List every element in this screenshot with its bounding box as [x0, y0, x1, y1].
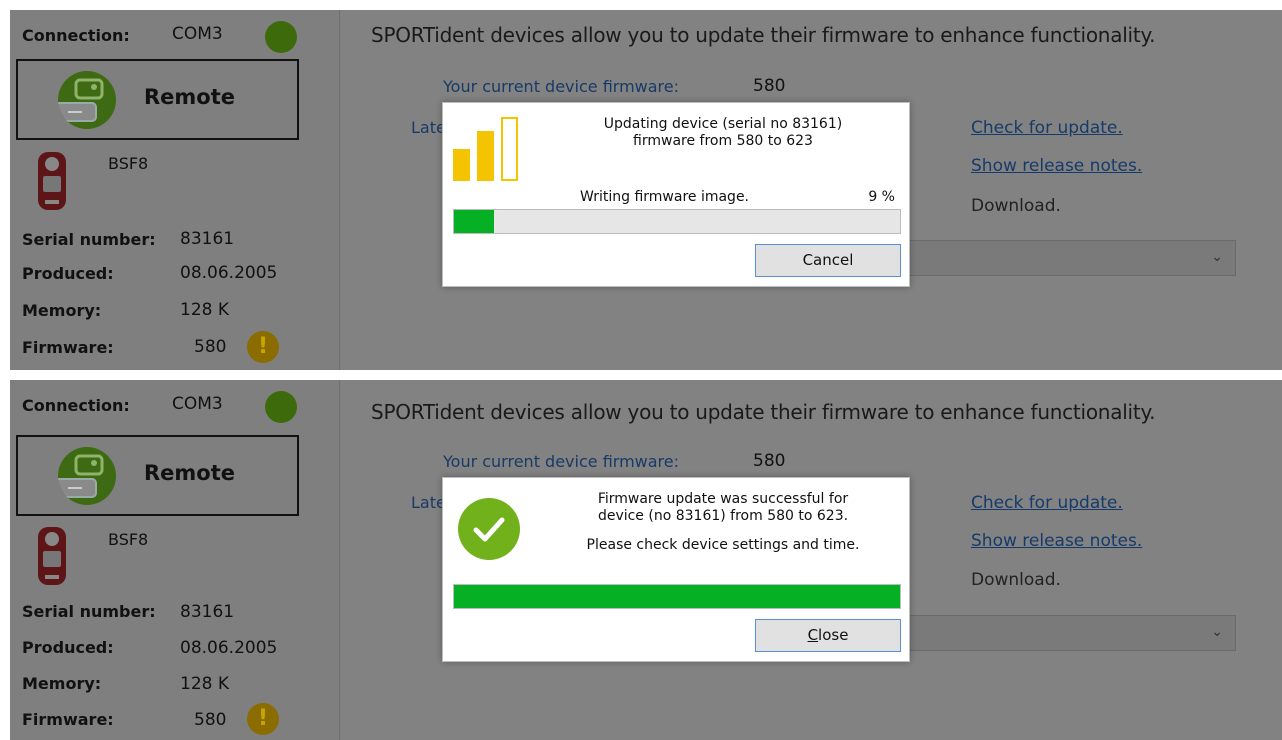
connection-label: Connection:: [22, 26, 130, 45]
close-button-label: lose: [818, 626, 849, 644]
memory-value: 128 K: [180, 300, 229, 320]
chevron-down-icon: ⌄: [1211, 249, 1223, 265]
connection-status-icon: [265, 21, 297, 53]
firmware-label: Firmware:: [22, 338, 114, 357]
warning-icon: !: [247, 703, 279, 735]
close-button[interactable]: Close: [755, 619, 901, 652]
connection-value: COM3: [172, 394, 223, 414]
progress-bar: [453, 584, 901, 609]
dialog-message-line3: Please check device settings and time.: [586, 537, 860, 553]
produced-value: 08.06.2005: [180, 263, 278, 283]
progress-status-text: Writing firmware image.: [580, 189, 750, 205]
memory-label: Memory:: [22, 301, 102, 320]
firmware-value: 580: [194, 710, 227, 730]
current-firmware-value: 580: [753, 76, 786, 96]
current-firmware-label: Your current device firmware:: [443, 77, 679, 96]
firmware-value: 580: [194, 337, 227, 357]
firmware-label: Firmware:: [22, 710, 114, 729]
check-update-link[interactable]: Check for update.: [971, 118, 1123, 138]
dialog-message-line2: device (no 83161) from 580 to 623.: [597, 508, 849, 524]
dialog-message-line2: firmware from 580 to 623: [633, 133, 813, 149]
progress-bar-fill: [454, 210, 495, 233]
page-headline: SPORTident devices allow you to update t…: [371, 23, 1156, 47]
produced-label: Produced:: [22, 264, 114, 283]
connection-label: Connection:: [22, 396, 130, 415]
dialog-message: Firmware update was successful for devic…: [573, 491, 873, 554]
update-progress-dialog: Updating device (serial no 83161) firmwa…: [442, 102, 910, 287]
memory-label: Memory:: [22, 674, 102, 693]
dialog-message-line1: Firmware update was successful for: [597, 491, 849, 507]
release-notes-link[interactable]: Show release notes.: [971, 156, 1142, 176]
si-station-icon: [36, 150, 68, 212]
serial-number-label: Serial number:: [22, 602, 156, 621]
progress-bar-fill: [454, 585, 900, 608]
firmware-update-screen-success: Connection: COM3 Remote BSF8 Serial numb…: [10, 380, 1282, 740]
remote-mode-button[interactable]: Remote: [16, 59, 299, 140]
serial-number-value: 83161: [180, 229, 235, 249]
current-firmware-label: Your current device firmware:: [443, 452, 679, 471]
produced-value: 08.06.2005: [180, 638, 278, 658]
remote-label: Remote: [144, 461, 236, 485]
progress-percent: 9 %: [868, 189, 895, 205]
check-update-link[interactable]: Check for update.: [971, 493, 1123, 513]
remote-mode-button[interactable]: Remote: [16, 435, 299, 516]
serial-number-label: Serial number:: [22, 230, 156, 249]
chevron-down-icon: ⌄: [1211, 624, 1223, 640]
download-text: Download.: [971, 196, 1061, 216]
device-sidebar: Connection: COM3 Remote BSF8 Serial numb…: [10, 380, 340, 740]
download-text: Download.: [971, 570, 1061, 590]
progress-bar: [453, 209, 901, 234]
device-model: BSF8: [108, 530, 149, 549]
dialog-message: Updating device (serial no 83161) firmwa…: [573, 116, 873, 150]
device-model: BSF8: [108, 154, 149, 173]
warning-icon: !: [247, 331, 279, 363]
success-check-icon: [458, 498, 520, 560]
remote-device-icon: [58, 447, 116, 505]
device-sidebar: Connection: COM3 Remote BSF8 Serial numb…: [10, 10, 340, 370]
remote-label: Remote: [144, 85, 236, 109]
page-headline: SPORTident devices allow you to update t…: [371, 400, 1156, 424]
remote-device-icon: [58, 71, 116, 129]
connection-status-icon: [265, 391, 297, 423]
close-button-mnemonic: C: [807, 626, 819, 644]
serial-number-value: 83161: [180, 602, 235, 622]
latest-firmware-label: Late: [411, 493, 446, 512]
update-success-dialog: Firmware update was successful for devic…: [442, 477, 910, 662]
produced-label: Produced:: [22, 638, 114, 657]
latest-firmware-label: Late: [411, 118, 446, 137]
firmware-update-screen-progress: Connection: COM3 Remote BSF8 Serial numb…: [10, 10, 1282, 370]
memory-value: 128 K: [180, 674, 229, 694]
connection-value: COM3: [172, 24, 223, 44]
dialog-message-line1: Updating device (serial no 83161): [603, 116, 843, 132]
release-notes-link[interactable]: Show release notes.: [971, 531, 1142, 551]
si-station-icon: [36, 525, 68, 587]
current-firmware-value: 580: [753, 451, 786, 471]
signal-bars-icon: [453, 113, 523, 181]
cancel-button[interactable]: Cancel: [755, 244, 901, 277]
